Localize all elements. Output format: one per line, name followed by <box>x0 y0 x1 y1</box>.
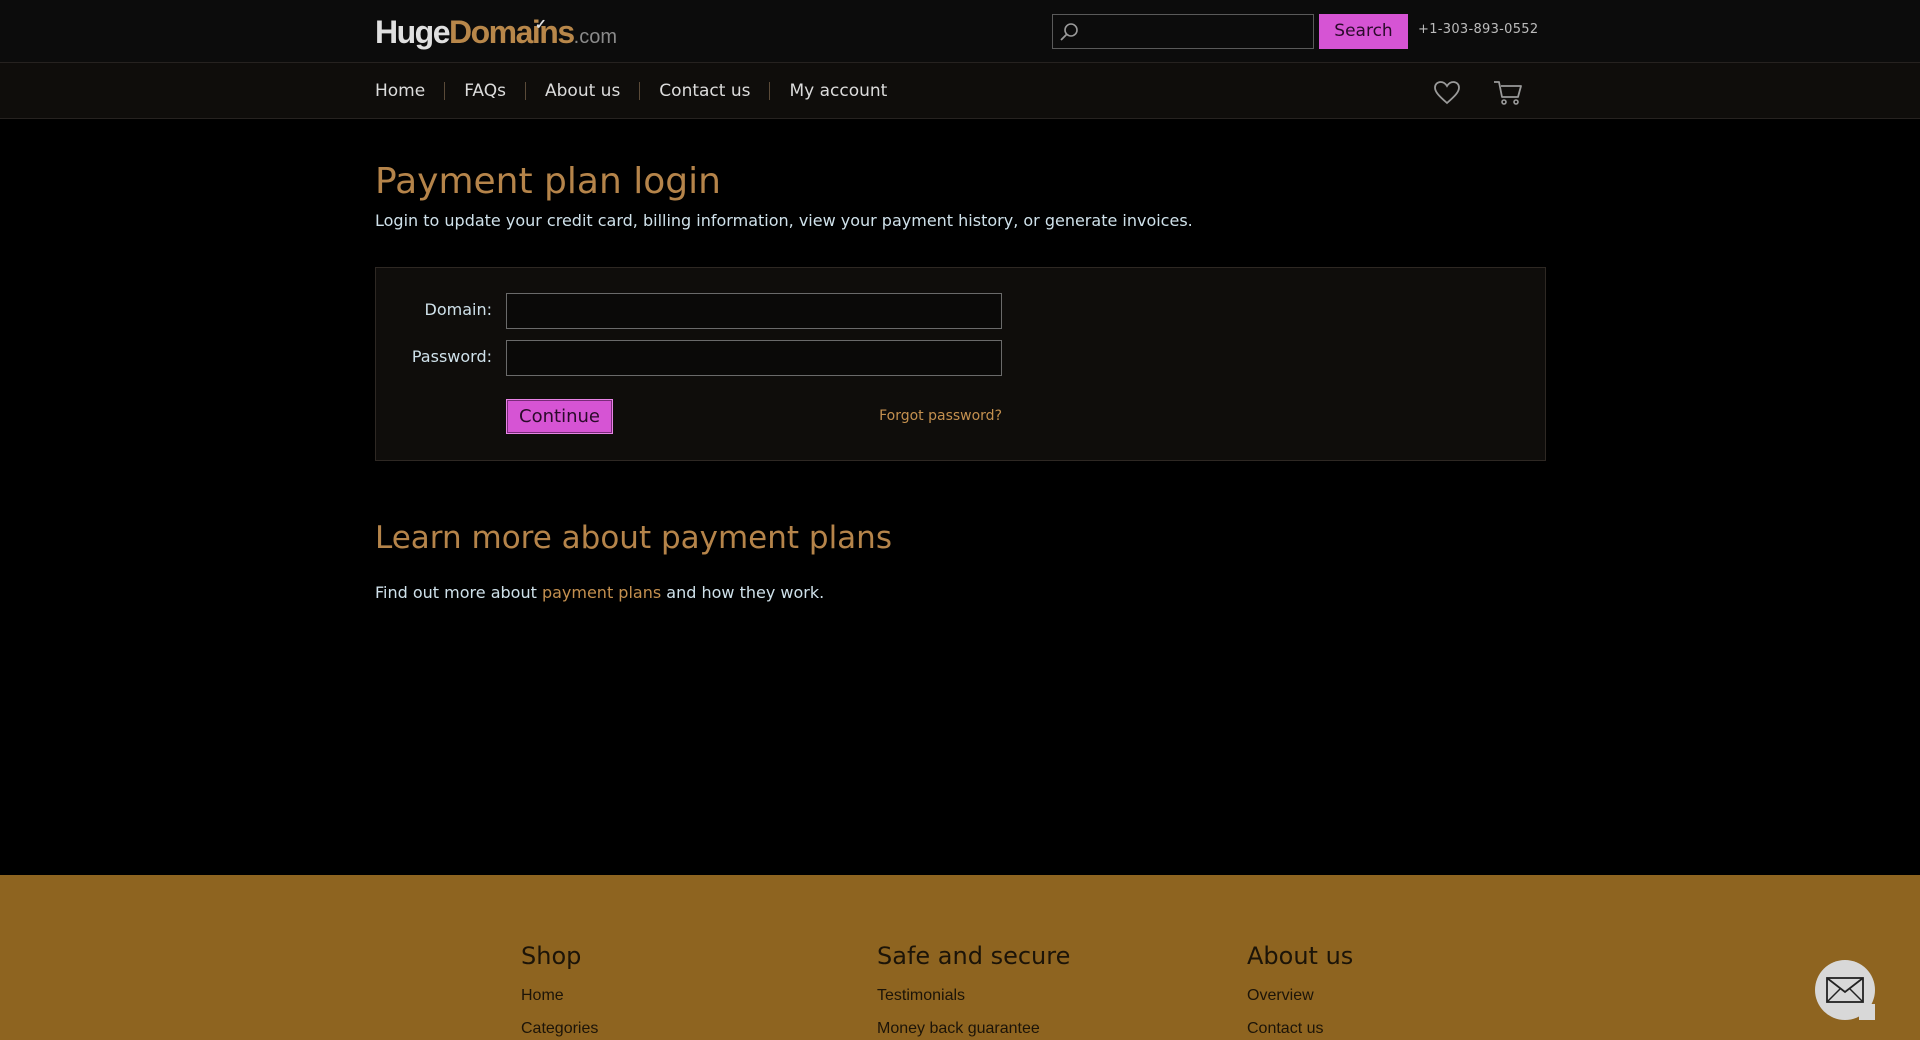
phone-number[interactable]: +1-303-893-0552 <box>1418 22 1538 37</box>
logo-word-com: .com <box>573 26 617 48</box>
nav-divider <box>525 82 526 100</box>
footer-link-categories[interactable]: Categories <box>521 1018 598 1039</box>
nav-divider <box>444 82 446 100</box>
footer-link-home[interactable]: Home <box>521 985 598 1006</box>
footer-link-testimonials[interactable]: Testimonials <box>877 985 1070 1006</box>
page-title: Payment plan login <box>375 161 721 202</box>
chat-button[interactable] <box>1815 960 1875 1020</box>
cart-icon[interactable] <box>1493 79 1523 106</box>
logo-check-icon: ✓ <box>535 16 547 32</box>
search-box <box>1052 14 1314 49</box>
learn-more-text-before: Find out more about <box>375 583 542 602</box>
logo-word-domains: Domains <box>449 14 575 50</box>
learn-more-text-after: and how they work. <box>661 583 825 602</box>
nav-divider <box>639 82 641 100</box>
nav-links: Home FAQs About us Contact us My account <box>375 63 887 119</box>
password-label: Password: <box>411 347 492 366</box>
nav-item-about-us[interactable]: About us <box>545 81 620 101</box>
footer-heading-about-us: About us <box>1247 942 1354 970</box>
continue-button[interactable]: Continue <box>506 399 613 434</box>
payment-plans-link[interactable]: payment plans <box>542 583 661 602</box>
logo-word-huge: Huge <box>375 14 451 50</box>
intro-text: Login to update your credit card, billin… <box>375 211 1193 230</box>
learn-more-title: Learn more about payment plans <box>375 520 892 556</box>
footer-heading-shop: Shop <box>521 942 582 970</box>
domain-label: Domain: <box>424 300 492 319</box>
footer-column-safe-and-secure: Safe and secure Testimonials Money back … <box>877 941 1070 1039</box>
footer-link-overview[interactable]: Overview <box>1247 985 1353 1006</box>
nav-item-contact-us[interactable]: Contact us <box>659 81 750 101</box>
heart-icon[interactable] <box>1433 80 1461 105</box>
main-nav: Home FAQs About us Contact us My account <box>0 63 1920 119</box>
mail-icon <box>1826 977 1864 1003</box>
nav-item-faqs[interactable]: FAQs <box>464 81 506 101</box>
footer-column-shop: Shop Home Categories <box>521 941 598 1039</box>
footer-link-contact-us[interactable]: Contact us <box>1247 1018 1353 1039</box>
nav-item-my-account[interactable]: My account <box>789 81 887 101</box>
learn-more-text: Find out more about payment plans and ho… <box>375 583 824 602</box>
password-input[interactable] <box>506 340 1002 376</box>
forgot-password-link[interactable]: Forgot password? <box>875 408 1002 424</box>
search-icon <box>1060 23 1078 41</box>
footer-link-money-back-guarantee[interactable]: Money back guarantee <box>877 1018 1070 1039</box>
footer: Shop Home Categories Safe and secure Tes… <box>0 875 1920 1040</box>
search-input[interactable] <box>1085 15 1311 48</box>
login-form-panel: Domain: Password: Continue Forgot passwo… <box>375 267 1546 461</box>
domain-input[interactable] <box>506 293 1002 329</box>
search-button[interactable]: Search <box>1319 14 1408 49</box>
top-header: HugeDomains.com ✓ Search +1-303-893-0552 <box>0 0 1920 63</box>
logo[interactable]: HugeDomains.com ✓ <box>375 14 617 50</box>
footer-heading-safe-and-secure: Safe and secure <box>877 942 1071 970</box>
footer-column-about-us: About us Overview Contact us <box>1247 941 1353 1039</box>
nav-divider <box>769 82 771 100</box>
nav-item-home[interactable]: Home <box>375 81 425 101</box>
